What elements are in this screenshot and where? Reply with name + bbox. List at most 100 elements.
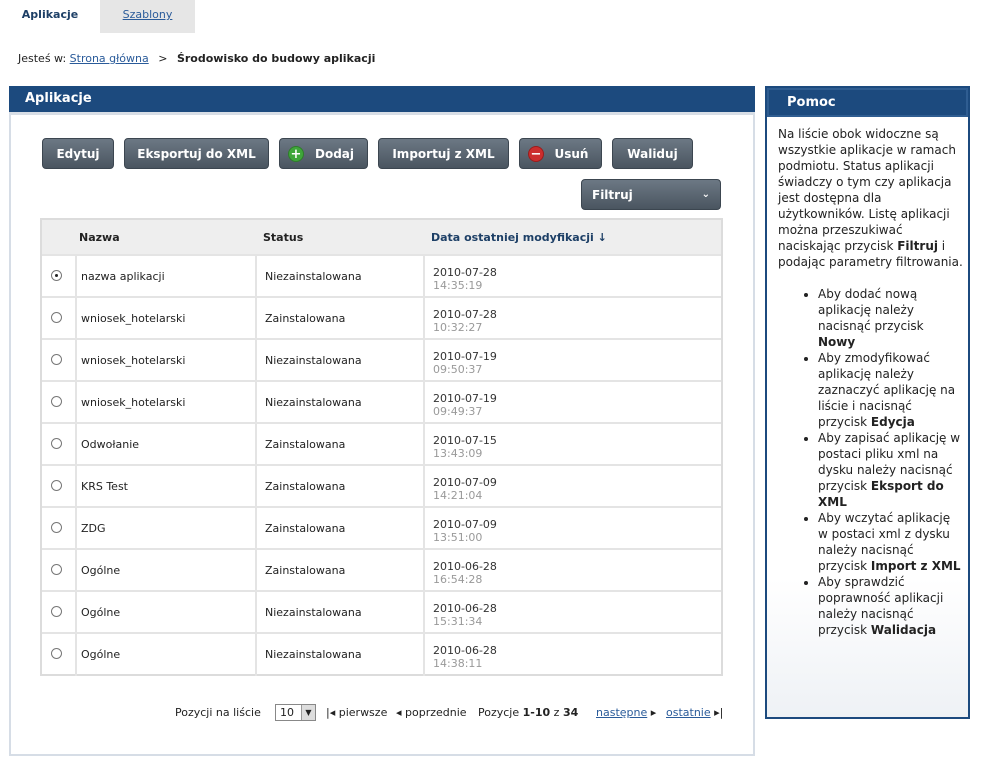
row-select-cell — [42, 550, 75, 592]
row-status: Niezainstalowana — [255, 340, 423, 382]
row-date: 2010-07-09 — [433, 518, 497, 531]
table-row[interactable]: Ogólne Zainstalowana 2010-06-28 16:54:28 — [42, 548, 721, 592]
row-date: 2010-07-19 — [433, 392, 497, 405]
row-date: 2010-06-28 — [433, 644, 497, 657]
table-header: Nazwa Status Data ostatniej modyfikacji … — [42, 220, 721, 254]
first-page-link[interactable]: |◂ pierwsze — [326, 706, 387, 719]
filter-dropdown[interactable]: Filtruj ⌄ — [581, 179, 721, 210]
help-title: Pomoc — [787, 95, 836, 110]
column-header-date[interactable]: Data ostatniej modyfikacji ↓ — [431, 220, 607, 254]
row-name: wniosek_hotelarski — [75, 340, 255, 382]
row-name: nazwa aplikacji — [75, 256, 255, 298]
table-row[interactable]: wniosek_hotelarski Niezainstalowana 2010-0… — [42, 338, 723, 382]
top-tabs: Aplikacje Szablony — [0, 0, 984, 33]
row-radio[interactable] — [51, 564, 62, 575]
table-row[interactable]: nazwa aplikacji Niezainstalowana 2010-07-2… — [42, 254, 721, 298]
row-name: ZDG — [75, 508, 255, 550]
help-intro: Na liście obok widoczne są wszystkie apl… — [778, 126, 963, 270]
panel-title: Aplikacje — [25, 91, 92, 106]
table-row[interactable]: wniosek_hotelarski Niezainstalowana 2010-0… — [42, 380, 723, 424]
table-row[interactable]: Odwołanie Zainstalowana 2010-07-15 13:43:09 — [42, 422, 721, 466]
row-radio[interactable] — [51, 522, 62, 533]
row-status: Niezainstalowana — [255, 634, 423, 676]
row-radio[interactable] — [51, 354, 62, 365]
help-intro-text: Na liście obok widoczne są wszystkie apl… — [778, 127, 956, 253]
breadcrumb-prefix: Jesteś w: — [18, 52, 67, 65]
table-row[interactable]: Ogólne Niezainstalowana 2010-06-28 15:31:34 — [42, 590, 723, 634]
help-panel: Pomoc Na liście obok widoczne są wszystk… — [765, 86, 970, 719]
table-row[interactable]: ZDG Zainstalowana 2010-07-09 13:51:00 — [42, 506, 723, 550]
table-row[interactable]: Ogólne Niezainstalowana 2010-06-28 14:38:11 — [42, 632, 721, 676]
prev-page-label: poprzednie — [405, 706, 467, 719]
export-xml-button[interactable]: Eksportuj do XML — [124, 138, 269, 169]
row-time: 14:38:11 — [433, 657, 483, 670]
edit-button[interactable]: Edytuj — [42, 138, 114, 169]
row-radio[interactable] — [51, 312, 62, 323]
row-radio[interactable] — [51, 396, 62, 407]
help-body: Na liście obok widoczne są wszystkie apl… — [778, 126, 963, 638]
last-page-link[interactable]: ostatnie ▸| — [666, 706, 723, 719]
row-date-cell: 2010-07-28 10:32:27 — [423, 298, 723, 340]
prev-page-icon: ◂ — [396, 706, 402, 719]
import-xml-button[interactable]: Importuj z XML — [378, 138, 509, 169]
row-name: KRS Test — [75, 466, 255, 508]
row-name: Odwołanie — [75, 424, 255, 466]
table-body: nazwa aplikacji Niezainstalowana 2010-07-2… — [42, 254, 723, 676]
row-radio[interactable] — [51, 648, 62, 659]
row-time: 13:51:00 — [433, 531, 483, 544]
row-time: 13:43:09 — [433, 447, 483, 460]
row-status: Niezainstalowana — [255, 592, 423, 634]
row-date: 2010-06-28 — [433, 602, 497, 615]
page-range-prefix: Pozycje — [478, 706, 520, 719]
help-list-item: Aby sprawdzić poprawność aplikacji należ… — [818, 574, 963, 638]
row-radio[interactable] — [51, 270, 62, 281]
column-header-status[interactable]: Status — [263, 220, 303, 254]
row-date-cell: 2010-07-09 13:51:00 — [423, 508, 723, 550]
help-list-item: Aby zapisać aplikację w postaci pliku xm… — [818, 430, 963, 510]
table-row[interactable]: wniosek_hotelarski Zainstalowana 2010-07-2… — [42, 296, 723, 340]
help-item-bold: Edycja — [870, 415, 915, 429]
add-button-label: Dodaj — [314, 147, 354, 161]
row-select-cell — [42, 382, 75, 424]
export-xml-button-label: Eksportuj do XML — [137, 147, 256, 161]
per-page-label: Pozycji na liście — [175, 706, 261, 719]
per-page-select[interactable]: 10 ▼ — [275, 704, 316, 721]
next-page-label[interactable]: następne — [596, 706, 647, 719]
row-radio[interactable] — [51, 438, 62, 449]
applications-table: Nazwa Status Data ostatniej modyfikacji … — [40, 218, 723, 676]
next-page-icon: ▸ — [650, 706, 657, 719]
row-date-cell: 2010-07-19 09:49:37 — [423, 382, 723, 424]
row-time: 09:49:37 — [433, 405, 483, 418]
validate-button[interactable]: Waliduj — [612, 138, 693, 169]
row-time: 14:35:19 — [433, 279, 483, 292]
prev-page-link[interactable]: ◂ poprzednie — [396, 706, 467, 719]
page-range: Pozycje 1-10 z 34 — [478, 706, 578, 719]
tab-szablony[interactable]: Szablony — [100, 0, 195, 33]
help-item-bold: Nowy — [818, 335, 856, 349]
help-intro-bold: Filtruj — [897, 239, 938, 253]
add-button[interactable]: + Dodaj — [279, 138, 368, 169]
column-header-name[interactable]: Nazwa — [79, 220, 120, 254]
help-list-item: Aby zmodyfikować aplikację należy zaznac… — [818, 350, 963, 430]
chevron-down-icon: ⌄ — [701, 189, 710, 200]
next-page-link[interactable]: następne ▸ — [596, 706, 656, 719]
row-select-cell — [42, 424, 75, 466]
last-page-label[interactable]: ostatnie — [666, 706, 711, 719]
row-date-cell: 2010-07-19 09:50:37 — [423, 340, 723, 382]
row-radio[interactable] — [51, 606, 62, 617]
select-arrow-icon: ▼ — [301, 705, 315, 720]
help-list-item: Aby dodać nową aplikację należy nacisnąć… — [818, 286, 963, 350]
tab-aplikacje[interactable]: Aplikacje — [0, 0, 100, 33]
row-name: wniosek_hotelarski — [75, 382, 255, 424]
row-date-cell: 2010-06-28 15:31:34 — [423, 592, 723, 634]
row-select-cell — [42, 298, 75, 340]
help-list-item: Aby wczytać aplikację w postaci xml z dy… — [818, 510, 963, 574]
plus-icon: + — [288, 146, 304, 162]
table-row[interactable]: KRS Test Zainstalowana 2010-07-09 14:21:04 — [42, 464, 721, 508]
per-page-value: 10 — [280, 706, 294, 719]
row-date: 2010-06-28 — [433, 560, 497, 573]
row-radio[interactable] — [51, 480, 62, 491]
remove-button[interactable]: − Usuń — [519, 138, 602, 169]
last-page-icon: ▸| — [714, 706, 724, 719]
breadcrumb-home-link[interactable]: Strona główna — [70, 52, 149, 65]
